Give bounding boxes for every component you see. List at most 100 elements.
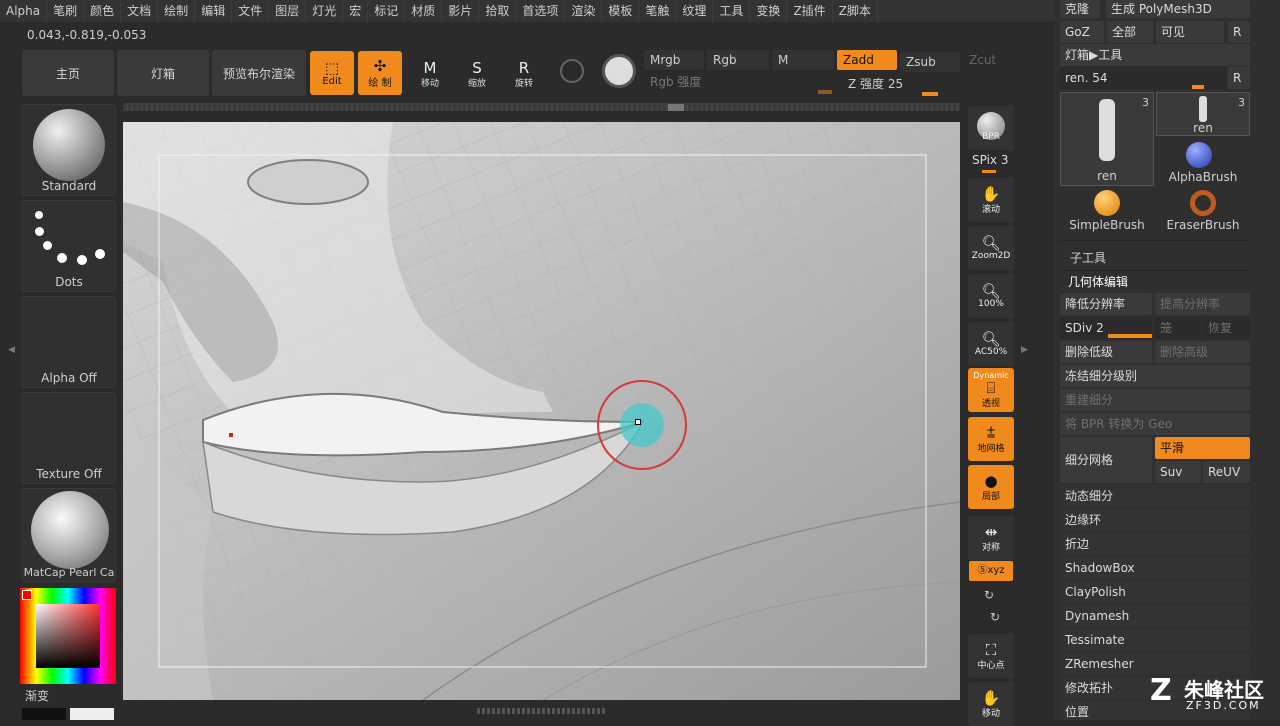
local-button[interactable]: ● 局部: [968, 465, 1014, 509]
frame-button[interactable]: ⇹ 对称: [968, 516, 1014, 560]
tool-thumb-simplebrush[interactable]: SimpleBrush: [1060, 188, 1154, 234]
menu-item[interactable]: 灯光: [306, 0, 344, 22]
r-button[interactable]: R: [1228, 21, 1250, 43]
zoom100-button[interactable]: 🔍︎ 100%: [968, 274, 1014, 318]
perspective-button[interactable]: Dynamic ⌸ 透视: [968, 368, 1014, 412]
smooth-toggle[interactable]: 平滑: [1155, 437, 1250, 459]
menu-item[interactable]: 渲染: [565, 0, 603, 22]
clone-button[interactable]: 克隆: [1060, 0, 1100, 18]
zsub-button[interactable]: Zsub: [900, 52, 960, 72]
bottom-tray-handle[interactable]: [477, 708, 607, 714]
stroke-selector[interactable]: Dots: [22, 200, 116, 292]
rotate-y-icon[interactable]: ↻: [984, 588, 994, 602]
z-intensity-handle[interactable]: [922, 92, 938, 96]
edit-button[interactable]: ⬚ Edit: [310, 51, 354, 95]
rgb-button[interactable]: Rgb: [707, 50, 769, 70]
tool-thumb-eraserbrush[interactable]: EraserBrush: [1156, 188, 1250, 234]
texture-selector[interactable]: Texture Off: [22, 392, 116, 484]
left-tray-arrow-icon[interactable]: ◀: [8, 345, 15, 359]
menu-item[interactable]: Alpha: [0, 0, 48, 22]
tool-slider-handle[interactable]: [1192, 85, 1204, 89]
menu-item[interactable]: 宏: [343, 0, 369, 22]
home-button[interactable]: 主页: [22, 50, 114, 96]
menu-item[interactable]: 影片: [442, 0, 480, 22]
menu-item[interactable]: Z脚本: [833, 0, 878, 22]
rgb-intensity-handle[interactable]: [818, 90, 832, 94]
floor-button[interactable]: ⩲ 地网格: [968, 417, 1014, 461]
shadowbox-section[interactable]: ShadowBox: [1060, 557, 1250, 579]
reconstruct-subdiv-button[interactable]: 重建细分: [1060, 389, 1250, 411]
dynamesh-section[interactable]: Dynamesh: [1060, 605, 1250, 627]
move-view-button[interactable]: ✋ 移动: [968, 682, 1014, 726]
reuv-button[interactable]: ReUV: [1203, 461, 1250, 483]
scale-button[interactable]: S 缩放: [455, 54, 499, 94]
menu-item[interactable]: 绘制: [158, 0, 196, 22]
make-polymesh-button[interactable]: 生成 PolyMesh3D: [1106, 0, 1250, 18]
higher-res-button[interactable]: 提高分辨率: [1155, 293, 1250, 315]
tool-thumb-ren-2[interactable]: 3 ren: [1156, 92, 1250, 136]
claypolish-section[interactable]: ClayPolish: [1060, 581, 1250, 603]
tool-thumb-ren-1[interactable]: 3 ren: [1060, 92, 1154, 186]
rotate-button[interactable]: R 旋转: [502, 54, 546, 94]
menu-item[interactable]: 变换: [750, 0, 788, 22]
bpr-preview-button[interactable]: 预览布尔渲染: [212, 50, 306, 96]
delete-higher-button[interactable]: 删除高级: [1155, 341, 1250, 363]
geometry-header[interactable]: 几何体编辑: [1068, 273, 1128, 290]
material-selector[interactable]: MatCap Pearl Ca: [22, 488, 116, 582]
tessimate-section[interactable]: Tessimate: [1060, 629, 1250, 651]
color-picker[interactable]: [20, 588, 116, 684]
menu-item[interactable]: 颜色: [84, 0, 122, 22]
menu-item[interactable]: 工具: [713, 0, 751, 22]
primary-color-swatch[interactable]: [70, 708, 114, 720]
rgb-intensity-slider[interactable]: Rgb 强度: [644, 72, 834, 92]
menu-item[interactable]: 文档: [121, 0, 159, 22]
visible-button[interactable]: 可见: [1156, 21, 1224, 43]
menu-item[interactable]: 编辑: [195, 0, 233, 22]
menu-item[interactable]: 笔触: [639, 0, 677, 22]
menu-item[interactable]: 纹理: [676, 0, 714, 22]
brush-selector[interactable]: Standard: [22, 104, 116, 196]
crease-section[interactable]: 折边: [1060, 533, 1250, 555]
bpr-button[interactable]: BPR: [968, 106, 1014, 150]
shelf-handle[interactable]: [668, 104, 684, 111]
menu-item[interactable]: 笔刷: [47, 0, 85, 22]
reconstruct-button[interactable]: 恢复: [1203, 317, 1250, 339]
menu-item[interactable]: 图层: [269, 0, 307, 22]
z-intensity-slider[interactable]: Z 强度 25: [842, 74, 992, 94]
zadd-button[interactable]: Zadd: [837, 50, 897, 70]
spix-slider[interactable]: SPix 3: [972, 153, 1008, 167]
goz-button[interactable]: GoZ: [1060, 21, 1104, 43]
r-button-2[interactable]: R: [1228, 67, 1250, 89]
alpha-selector[interactable]: Alpha Off: [22, 296, 116, 388]
center-point-button[interactable]: ⛶ 中心点: [968, 634, 1014, 678]
color-sv-square[interactable]: [36, 604, 100, 668]
rotate-z-icon[interactable]: ↻: [990, 610, 1000, 624]
lower-res-button[interactable]: 降低分辨率: [1060, 293, 1152, 315]
m-button[interactable]: M: [772, 50, 834, 70]
move-button[interactable]: M 移动: [408, 54, 452, 94]
menu-item[interactable]: Z插件: [787, 0, 833, 22]
sphere-icon[interactable]: [560, 59, 584, 83]
material-swatch-icon[interactable]: [602, 54, 636, 88]
mrgb-button[interactable]: Mrgb: [644, 50, 704, 70]
zremesher-section[interactable]: ZRemesher: [1060, 653, 1250, 675]
bpr-to-geo-button[interactable]: 将 BPR 转换为 Geo: [1060, 413, 1250, 435]
subtool-header[interactable]: 子工具: [1070, 249, 1106, 266]
delete-lower-button[interactable]: 删除低级: [1060, 341, 1152, 363]
sdiv-handle[interactable]: [1108, 334, 1152, 338]
subdivide-button[interactable]: 细分网格: [1060, 437, 1152, 483]
lightbox-tools-button[interactable]: 灯箱▶工具: [1060, 44, 1250, 66]
spix-handle[interactable]: [982, 170, 996, 173]
ac50-button[interactable]: 🔍︎ AC50%: [968, 322, 1014, 366]
zcut-button[interactable]: Zcut: [963, 50, 1018, 70]
menu-item[interactable]: 首选项: [516, 0, 566, 22]
lightbox-button[interactable]: 灯箱: [117, 50, 209, 96]
suv-toggle[interactable]: Suv: [1155, 461, 1201, 483]
dynamic-subdiv-section[interactable]: 动态细分: [1060, 485, 1250, 507]
menu-item[interactable]: 材质: [405, 0, 443, 22]
main-color-swatch[interactable]: [22, 590, 32, 600]
menu-item[interactable]: 模板: [602, 0, 640, 22]
menu-item[interactable]: 拾取: [479, 0, 517, 22]
menu-item[interactable]: 文件: [232, 0, 270, 22]
tool-thumb-alphabrush[interactable]: AlphaBrush: [1156, 138, 1250, 186]
